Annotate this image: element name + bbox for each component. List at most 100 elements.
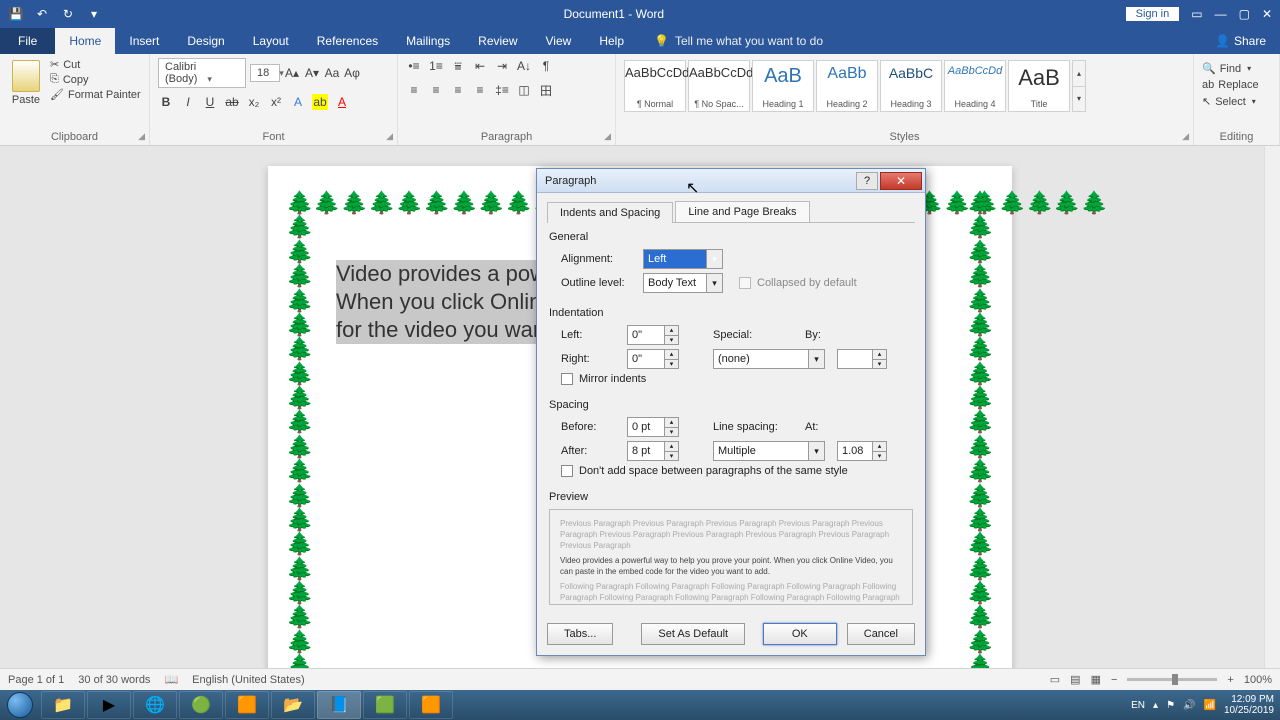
share-button[interactable]: 👤Share [1201,28,1280,54]
page-status[interactable]: Page 1 of 1 [8,674,64,686]
tab-view[interactable]: View [532,28,586,54]
tab-insert[interactable]: Insert [115,28,173,54]
inc-indent-icon[interactable]: ⇥ [494,58,510,74]
copy-button[interactable]: ⎘Copy [50,73,141,86]
superscript-icon[interactable]: x² [268,94,284,110]
signin-button[interactable]: Sign in [1126,7,1180,21]
tab-mailings[interactable]: Mailings [392,28,464,54]
maximize-icon[interactable]: ▢ [1239,7,1250,21]
task-media[interactable]: ▶ [87,691,131,719]
mirror-checkbox[interactable] [561,373,573,385]
ribbon-options-icon[interactable]: ▭ [1191,7,1202,21]
style-heading1[interactable]: AaBHeading 1 [752,60,814,112]
by-spinner[interactable]: ▴▾ [837,349,887,369]
task-snagit[interactable]: 🟧 [409,691,453,719]
show-marks-icon[interactable]: ¶ [538,58,554,74]
task-camtasia[interactable]: 🟩 [363,691,407,719]
multilevel-icon[interactable]: ⩸ [450,58,466,74]
print-layout-icon[interactable]: ▤ [1070,673,1080,686]
style-title[interactable]: AaBTitle [1008,60,1070,112]
find-button[interactable]: 🔍Find▾ [1202,62,1271,75]
tab-home[interactable]: Home [55,28,115,54]
special-select[interactable]: (none)▾ [713,349,825,369]
outline-select[interactable]: Body Text▾ [643,273,723,293]
at-spinner[interactable]: 1.08▴▾ [837,441,887,461]
vertical-scrollbar[interactable] [1264,146,1280,668]
cut-button[interactable]: ✂Cut [50,58,141,71]
clipboard-launcher-icon[interactable]: ◢ [138,131,145,142]
dialog-close-button[interactable]: ✕ [880,172,922,190]
redo-icon[interactable]: ↻ [60,6,76,22]
left-indent-spinner[interactable]: 0"▴▾ [627,325,679,345]
numbers-icon[interactable]: 1≡ [428,58,444,74]
read-mode-icon[interactable]: ▭ [1050,673,1060,686]
ok-button[interactable]: OK [763,623,837,645]
task-word[interactable]: 📘 [317,691,361,719]
style-heading2[interactable]: AaBbHeading 2 [816,60,878,112]
task-app2[interactable]: 🟧 [225,691,269,719]
change-case-icon[interactable]: Aa [324,65,340,81]
cancel-button[interactable]: Cancel [847,623,915,645]
select-button[interactable]: ↖Select▾ [1202,95,1271,108]
format-painter-button[interactable]: 🖌Format Painter [50,88,141,101]
language-status[interactable]: English (United States) [192,674,305,686]
bold-button[interactable]: B [158,94,174,110]
dontadd-checkbox[interactable] [561,465,573,477]
borders-icon[interactable]: 田 [538,82,554,98]
tray-wifi-icon[interactable]: 📶 [1203,700,1215,711]
web-layout-icon[interactable]: ▦ [1091,673,1101,686]
font-size-select[interactable]: 18 [250,64,280,82]
subscript-icon[interactable]: x₂ [246,94,262,110]
line-spacing-icon[interactable]: ‡≡ [494,82,510,98]
start-button[interactable] [0,690,40,720]
dialog-help-button[interactable]: ? [856,172,878,190]
after-spinner[interactable]: 8 pt▴▾ [627,441,679,461]
close-icon[interactable]: ✕ [1262,7,1272,21]
alignment-select[interactable]: Left▾ [643,249,723,269]
italic-button[interactable]: I [180,94,196,110]
tell-me-box[interactable]: 💡Tell me what you want to do [646,28,831,54]
font-name-select[interactable]: Calibri (Body) [158,58,246,88]
bullets-icon[interactable]: •≡ [406,58,422,74]
align-right-icon[interactable]: ≡ [450,82,466,98]
styles-launcher-icon[interactable]: ◢ [1182,131,1189,142]
tray-network-icon[interactable]: 🔊 [1183,700,1195,711]
tab-help[interactable]: Help [585,28,638,54]
style-heading4[interactable]: AaBbCcDdHeading 4 [944,60,1006,112]
tab-layout[interactable]: Layout [239,28,303,54]
right-indent-spinner[interactable]: 0"▴▾ [627,349,679,369]
align-center-icon[interactable]: ≡ [428,82,444,98]
task-chrome[interactable]: 🌐 [133,691,177,719]
strike-button[interactable]: ab [224,94,240,110]
spell-check-icon[interactable]: 📖 [164,673,178,686]
font-color-icon[interactable]: A [334,94,350,110]
dialog-title-bar[interactable]: Paragraph ? ✕ [537,169,925,193]
before-spinner[interactable]: 0 pt▴▾ [627,417,679,437]
tab-design[interactable]: Design [173,28,238,54]
save-icon[interactable]: 💾 [8,6,24,22]
tray-clock[interactable]: 12:09 PM 10/25/2019 [1224,694,1274,716]
task-folder[interactable]: 📂 [271,691,315,719]
paragraph-launcher-icon[interactable]: ◢ [604,131,611,142]
tray-flag-icon[interactable]: ⚑ [1166,700,1175,711]
tabs-button[interactable]: Tabs... [547,623,613,645]
font-launcher-icon[interactable]: ◢ [386,131,393,142]
grow-font-icon[interactable]: A▴ [284,65,300,81]
tab-file[interactable]: File [0,28,55,54]
clear-format-icon[interactable]: Aφ [344,65,360,81]
style-nospac[interactable]: AaBbCcDd¶ No Spac... [688,60,750,112]
tray-up-icon[interactable]: ▴ [1153,700,1158,711]
style-heading3[interactable]: AaBbCHeading 3 [880,60,942,112]
dialog-tab-breaks[interactable]: Line and Page Breaks [675,201,809,222]
qat-customize-icon[interactable]: ▾ [86,6,102,22]
task-app1[interactable]: 🟢 [179,691,223,719]
word-count[interactable]: 30 of 30 words [78,674,150,686]
align-left-icon[interactable]: ≡ [406,82,422,98]
highlight-icon[interactable]: ab [312,94,328,110]
zoom-slider[interactable] [1127,678,1217,681]
shrink-font-icon[interactable]: A▾ [304,65,320,81]
zoom-out-icon[interactable]: − [1111,674,1117,686]
line-spacing-select[interactable]: Multiple▾ [713,441,825,461]
paste-button[interactable]: Paste [8,58,44,106]
text-effects-icon[interactable]: A [290,94,306,110]
